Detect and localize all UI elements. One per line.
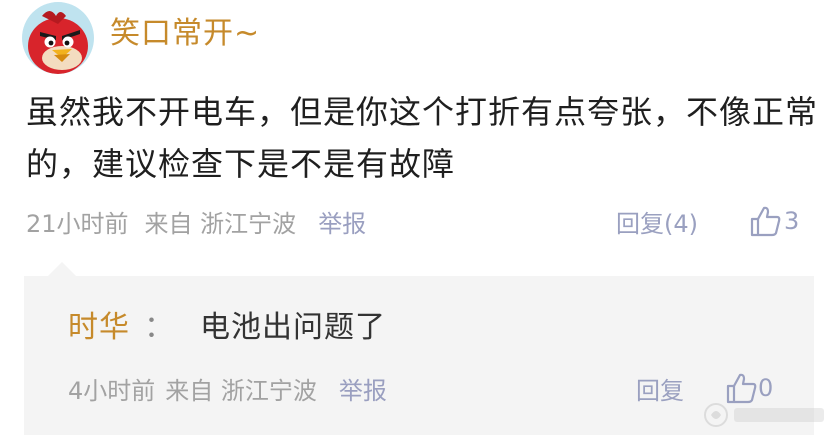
reply-box: 时华 ： 电池出问题了 4小时前 来自 浙江宁波 举报 回复 0 [24, 276, 814, 435]
reply-author[interactable]: 时华 [68, 306, 130, 350]
comment-meta: 21小时前 来自 浙江宁波 举报 [26, 206, 366, 242]
like-button[interactable]: 3 [748, 203, 799, 239]
reply-report-link[interactable]: 举报 [339, 373, 387, 409]
comment-time: 21小时前 [26, 210, 129, 238]
reply-text: 电池出问题了 [200, 310, 386, 345]
thumbs-up-icon [750, 206, 781, 237]
reply-box-caret [48, 262, 76, 276]
watermark-logo [702, 399, 832, 431]
reply-separator: ： [144, 310, 174, 345]
like-count: 3 [784, 207, 800, 235]
username[interactable]: 笑口常开~ [110, 14, 260, 54]
comment-text: 虽然我不开电车，但是你这个打折有点夸张，不像正常的，建议检查下是不是有故障 [26, 93, 819, 183]
angry-bird-icon [22, 2, 94, 74]
reply-line: 时华 ： 电池出问题了 [68, 306, 386, 350]
reply-location: 来自 浙江宁波 [165, 377, 317, 405]
reply-meta: 4小时前 来自 浙江宁波 举报 [68, 373, 387, 409]
reply-reply-button[interactable]: 回复 [636, 373, 684, 409]
reply-count-button[interactable]: 回复(4) [616, 206, 698, 242]
comment-location: 来自 浙江宁波 [144, 210, 297, 238]
avatar[interactable] [22, 2, 94, 74]
reply-time: 4小时前 [68, 377, 156, 405]
report-link[interactable]: 举报 [318, 206, 366, 242]
